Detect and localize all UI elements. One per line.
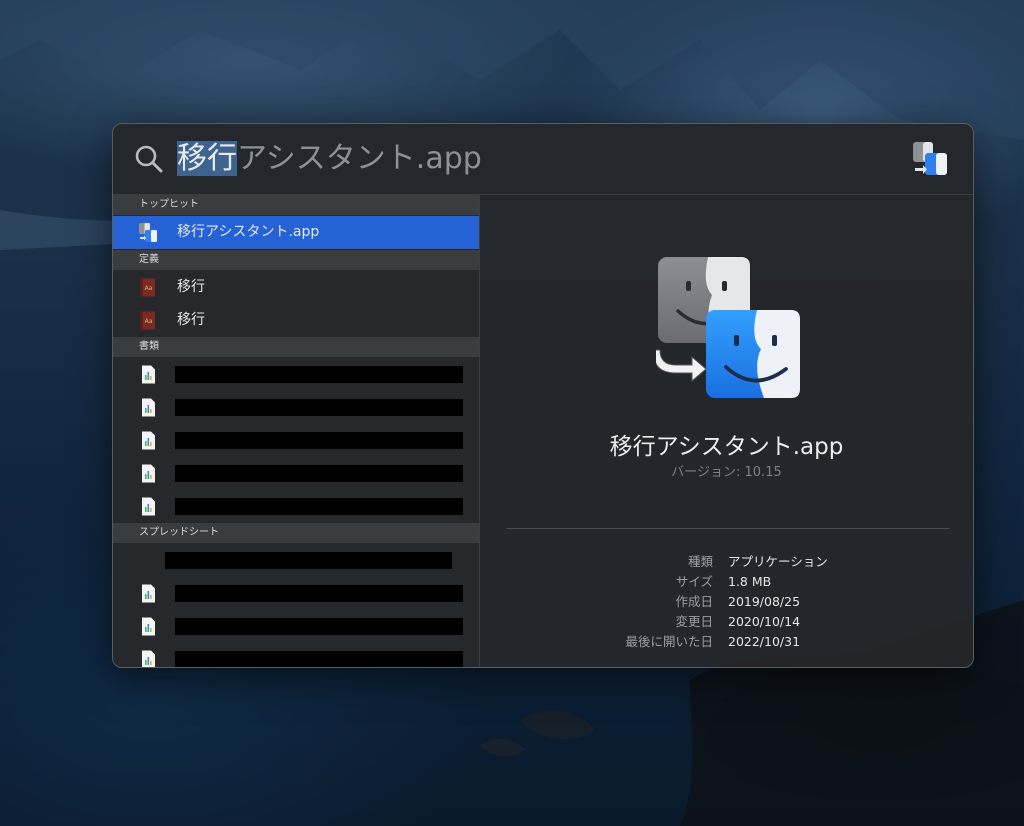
numbers-document-icon	[142, 584, 155, 603]
numbers-document-icon	[142, 617, 155, 636]
metadata-row: サイズ 1.8 MB	[480, 572, 973, 592]
dictionary-icon: Aa	[140, 278, 155, 297]
result-definition[interactable]: Aa 移行	[113, 304, 479, 337]
dictionary-icon: Aa	[140, 311, 155, 330]
preview-separator	[506, 528, 950, 529]
metadata-row: 最後に開いた日 2022/10/31	[480, 632, 973, 652]
metadata-row: 作成日 2019/08/25	[480, 592, 973, 612]
numbers-document-icon	[142, 650, 155, 667]
metadata-key: 最後に開いた日	[625, 634, 713, 649]
preview-pane: 移行アシスタント.app バージョン: 10.15 種類 アプリケーション サイ…	[480, 195, 973, 667]
result-label: 移行	[177, 279, 205, 295]
redacted-filename	[175, 465, 463, 482]
metadata-key: 種類	[687, 554, 713, 569]
metadata-key: 作成日	[675, 594, 713, 609]
metadata-key: サイズ	[675, 574, 713, 589]
section-header-spreadsheets: スプレッドシート	[113, 523, 479, 543]
result-label: 移行	[177, 312, 205, 328]
result-document[interactable]	[113, 457, 479, 490]
redacted-filename	[175, 366, 463, 383]
result-label: 移行アシスタント.app	[177, 224, 320, 240]
numbers-document-icon	[142, 431, 155, 450]
metadata-value: 1.8 MB	[728, 574, 772, 589]
search-icon	[135, 145, 163, 173]
result-spreadsheet[interactable]	[113, 544, 479, 577]
redacted-filename	[175, 498, 463, 515]
redacted-filename	[175, 618, 463, 635]
metadata-value: 2022/10/31	[728, 634, 801, 649]
result-document[interactable]	[113, 391, 479, 424]
metadata-row: 種類 アプリケーション	[480, 552, 973, 572]
redacted-filename	[175, 585, 463, 602]
metadata-value: 2019/08/25	[728, 594, 801, 609]
numbers-document-icon	[142, 365, 155, 384]
result-spreadsheet[interactable]	[113, 610, 479, 643]
numbers-document-icon	[142, 497, 155, 516]
result-document[interactable]	[113, 358, 479, 391]
migration-assistant-icon	[139, 223, 157, 242]
result-document[interactable]	[113, 424, 479, 457]
section-header-documents: 書類	[113, 337, 479, 357]
search-input[interactable]: 移行アシスタント.app	[177, 139, 482, 179]
results-list: トップヒット 移行アシスタント.app 定義 Aa 移行 Aa 移行 書類 スプ…	[113, 195, 479, 667]
result-document[interactable]	[113, 490, 479, 523]
section-header-top-hit: トップヒット	[113, 195, 479, 215]
redacted-filename	[175, 432, 463, 449]
svg-text:Aa: Aa	[145, 318, 153, 325]
redacted-filename	[175, 651, 463, 667]
result-spreadsheet[interactable]	[113, 643, 479, 667]
numbers-document-icon	[142, 464, 155, 483]
result-definition[interactable]: Aa 移行	[113, 271, 479, 304]
search-bar[interactable]: 移行アシスタント.app	[113, 124, 973, 195]
metadata-key: 変更日	[675, 614, 713, 629]
section-header-definitions: 定義	[113, 250, 479, 270]
redacted-filename	[175, 399, 463, 416]
preview-title: 移行アシスタント.app	[609, 434, 844, 460]
metadata-row: 変更日 2020/10/14	[480, 612, 973, 632]
spotlight-window: 移行アシスタント.app トップヒット 移行アシスタント.app 定義 Aa 移…	[112, 123, 974, 668]
result-spreadsheet[interactable]	[113, 577, 479, 610]
metadata-value: 2020/10/14	[728, 614, 801, 629]
numbers-document-icon	[142, 398, 155, 417]
result-top-hit[interactable]: 移行アシスタント.app	[113, 216, 479, 249]
svg-text:Aa: Aa	[145, 285, 153, 292]
migration-assistant-icon	[913, 142, 947, 175]
migration-assistant-icon[interactable]	[656, 255, 804, 401]
search-query-selected: 移行	[177, 141, 237, 176]
search-query-completion: アシスタント.app	[237, 141, 482, 176]
metadata-value: アプリケーション	[728, 554, 828, 569]
preview-version: バージョン: 10.15	[671, 465, 782, 480]
redacted-filename	[165, 552, 452, 569]
